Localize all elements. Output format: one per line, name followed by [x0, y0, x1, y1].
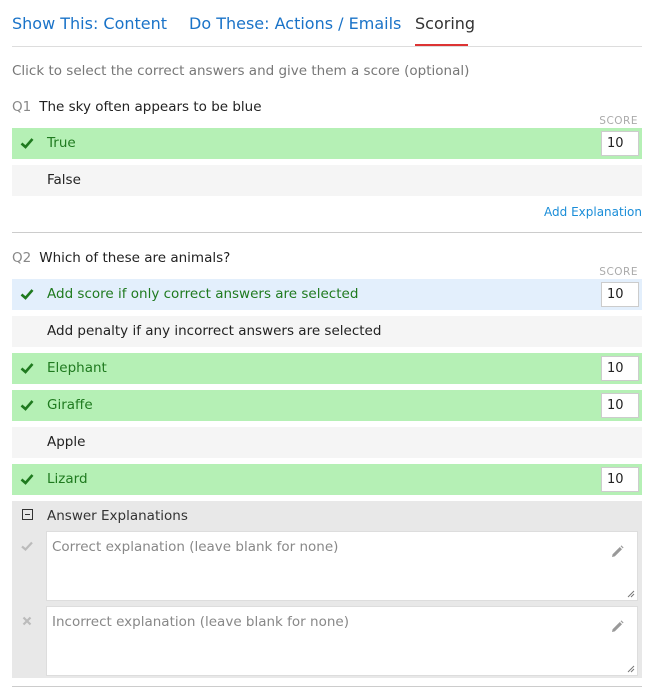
- score-input[interactable]: [601, 282, 639, 307]
- score-input[interactable]: [601, 467, 639, 492]
- answer-explanations-toggle[interactable]: Answer Explanations: [12, 501, 642, 529]
- check-icon: [20, 474, 34, 485]
- pencil-icon[interactable]: [609, 544, 625, 560]
- answer-row-apple[interactable]: Apple: [12, 427, 642, 458]
- active-tab-underline: [415, 44, 468, 46]
- check-icon: [20, 289, 34, 300]
- tab-scoring[interactable]: Scoring: [415, 14, 475, 33]
- answer-label: Giraffe: [47, 397, 93, 413]
- correct-explanation-placeholder: Correct explanation (leave blank for non…: [52, 539, 339, 555]
- resize-handle-icon[interactable]: [627, 590, 635, 598]
- rule-row-correct-only[interactable]: Add score if only correct answers are se…: [12, 279, 642, 310]
- collapse-icon[interactable]: [22, 509, 33, 520]
- rule-label: Add penalty if any incorrect answers are…: [47, 323, 382, 339]
- answer-label: True: [47, 135, 76, 151]
- pencil-icon[interactable]: [609, 619, 625, 635]
- question-number: Q2: [12, 250, 32, 266]
- answer-label: Elephant: [47, 360, 107, 376]
- answer-label: Lizard: [47, 471, 88, 487]
- answer-explanations-title: Answer Explanations: [47, 508, 188, 524]
- correct-explanation-field[interactable]: Correct explanation (leave blank for non…: [46, 531, 638, 601]
- tab-actions-emails[interactable]: Do These: Actions / Emails: [189, 14, 401, 33]
- check-icon: [20, 400, 34, 411]
- check-icon: [20, 138, 34, 149]
- divider: [12, 232, 642, 233]
- question-text: Which of these are animals?: [39, 250, 231, 266]
- check-icon: [20, 363, 34, 374]
- answer-label: False: [47, 172, 81, 188]
- check-icon: [21, 541, 33, 552]
- score-input[interactable]: [601, 131, 639, 156]
- score-input[interactable]: [601, 356, 639, 381]
- instructions-text: Click to select the correct answers and …: [12, 63, 470, 79]
- rule-row-penalty[interactable]: Add penalty if any incorrect answers are…: [12, 316, 642, 347]
- tab-bar: Show This: Content Do These: Actions / E…: [12, 0, 642, 47]
- score-column-header: SCORE: [599, 115, 638, 127]
- answer-row-giraffe[interactable]: Giraffe: [12, 390, 642, 421]
- incorrect-explanation-placeholder: Incorrect explanation (leave blank for n…: [52, 614, 349, 630]
- answer-row-lizard[interactable]: Lizard: [12, 464, 642, 495]
- rule-label: Add score if only correct answers are se…: [47, 286, 359, 302]
- score-input[interactable]: [601, 393, 639, 418]
- question-1-header: Q1 The sky often appears to be blue: [12, 99, 262, 115]
- answer-label: Apple: [47, 434, 86, 450]
- question-number: Q1: [12, 99, 32, 115]
- x-icon: [22, 616, 32, 626]
- answer-explanations-panel: Answer Explanations Correct explanation …: [12, 501, 642, 678]
- tab-show-content[interactable]: Show This: Content: [12, 14, 167, 33]
- add-explanation-link[interactable]: Add Explanation: [544, 205, 642, 219]
- question-text: The sky often appears to be blue: [39, 99, 262, 115]
- divider: [12, 686, 642, 687]
- incorrect-explanation-field[interactable]: Incorrect explanation (leave blank for n…: [46, 606, 638, 676]
- question-2-header: Q2 Which of these are animals?: [12, 250, 230, 266]
- answer-row-true[interactable]: True: [12, 128, 642, 159]
- answer-row-false[interactable]: False: [12, 165, 642, 196]
- answer-row-elephant[interactable]: Elephant: [12, 353, 642, 384]
- score-column-header: SCORE: [599, 266, 638, 278]
- resize-handle-icon[interactable]: [627, 665, 635, 673]
